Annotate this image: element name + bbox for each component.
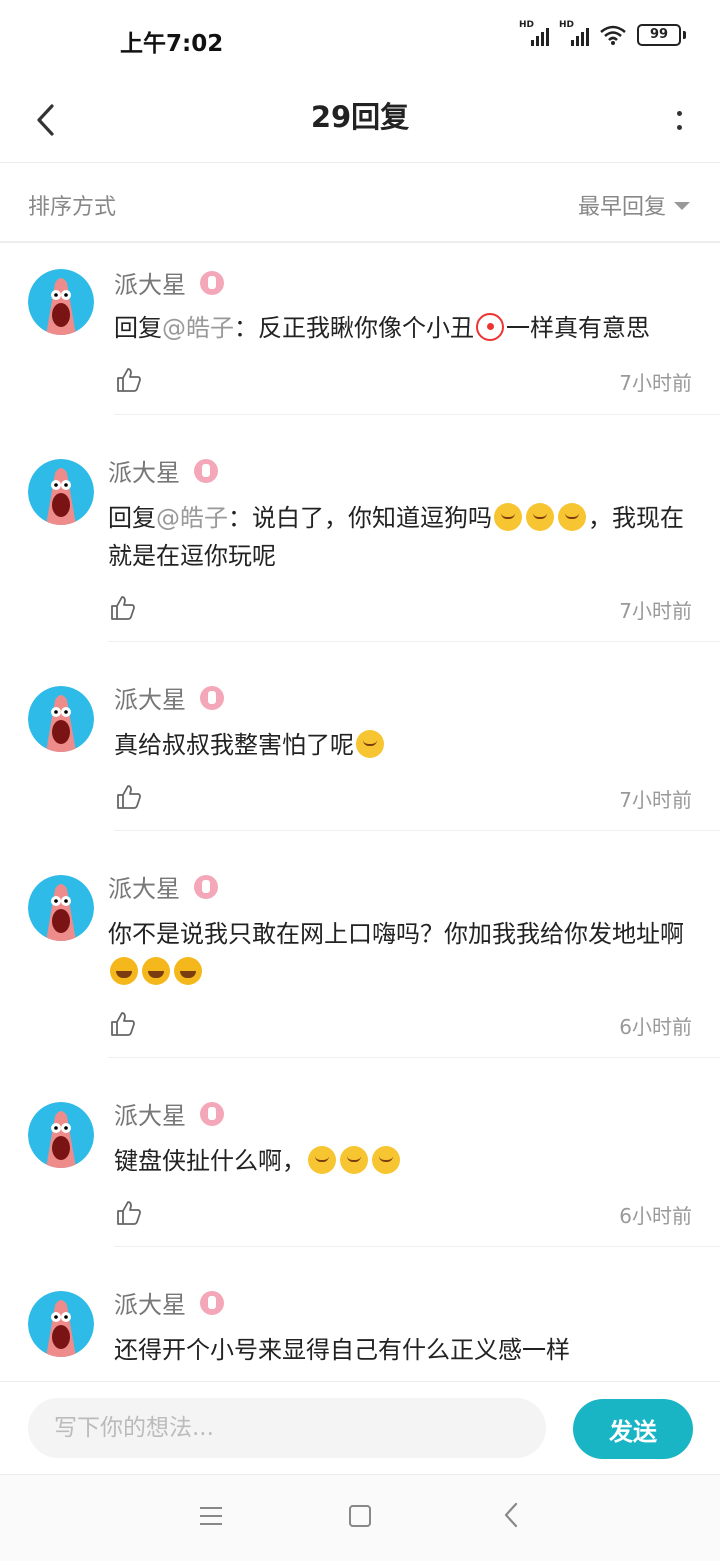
page-title: 29回复 (310, 100, 410, 134)
sort-bar: 排序方式 最早回复 (0, 163, 720, 243)
thumbs-up-icon[interactable] (110, 595, 136, 621)
comment-composer: 发送 (0, 1381, 720, 1474)
comment-input[interactable] (28, 1398, 546, 1458)
author-name[interactable]: 派大星 (114, 265, 224, 300)
cellular-signal-icon: HD (519, 20, 549, 46)
reply-time: 7小时前 (619, 371, 692, 395)
rolling-laughing-emoji-icon (142, 957, 170, 985)
reply-time: 7小时前 (619, 788, 692, 812)
sort-order-dropdown[interactable]: 最早回复 (578, 189, 690, 221)
mention-link[interactable]: @皓子 (156, 504, 228, 532)
caret-down-icon (674, 202, 690, 210)
hugging-face-emoji-icon (372, 1146, 400, 1174)
mention-link[interactable]: @皓子 (162, 314, 234, 342)
avatar[interactable] (28, 1291, 94, 1357)
avatar[interactable] (28, 875, 94, 941)
cellular-signal-icon: HD (559, 20, 589, 46)
clown-emoji-icon (476, 313, 504, 341)
user-badge-icon (200, 685, 224, 710)
reply-list[interactable]: 派大星 回复@皓子：反正我瞅你像个小丑 一样真有意思 7小时前 派大星 回复@皓子… (0, 243, 720, 1381)
more-options-button[interactable] (668, 90, 690, 150)
recent-apps-button[interactable] (200, 1507, 222, 1525)
hugging-face-emoji-icon (494, 503, 522, 531)
sort-selected-value: 最早回复 (577, 195, 666, 220)
reply-content: 回复@皓子：反正我瞅你像个小丑 一样真有意思 (114, 313, 650, 342)
avatar[interactable] (28, 686, 94, 752)
reply-item: 派大星 还得开个小号来显得自己有什么正义感一样 (0, 1247, 720, 1381)
user-badge-icon (200, 270, 224, 295)
status-bar: 上午7:02 HD HD 99 (0, 0, 720, 80)
reply-item: 派大星 回复@皓子：说白了，你知道逗狗吗 ，我现在就是在逗你玩呢 7小时前 (0, 415, 720, 642)
thumbs-up-icon[interactable] (116, 367, 142, 393)
user-badge-icon (194, 874, 218, 899)
rolling-laughing-emoji-icon (110, 957, 138, 985)
reply-item: 派大星 键盘侠扯什么啊， 6小时前 (0, 1058, 720, 1247)
avatar[interactable] (28, 459, 94, 525)
user-badge-icon (200, 1101, 224, 1126)
hugging-face-emoji-icon (526, 503, 554, 531)
hugging-face-emoji-icon (558, 503, 586, 531)
send-button[interactable]: 发送 (573, 1399, 693, 1459)
reply-content: 键盘侠扯什么啊， (114, 1142, 694, 1180)
wifi-icon (600, 25, 626, 45)
reply-content: 回复@皓子：说白了，你知道逗狗吗 ，我现在就是在逗你玩呢 (108, 503, 684, 570)
battery-level: 99 (637, 24, 681, 46)
reply-content: 你不是说我只敢在网上口嗨吗？你加我我给你发地址啊 (108, 915, 688, 991)
user-badge-icon (200, 1290, 224, 1315)
home-button[interactable] (349, 1505, 371, 1527)
hugging-face-emoji-icon (308, 1146, 336, 1174)
author-name[interactable]: 派大星 (108, 453, 218, 488)
hugging-face-emoji-icon (356, 730, 384, 758)
reply-content: 还得开个小号来显得自己有什么正义感一样 (114, 1336, 570, 1364)
rolling-laughing-emoji-icon (174, 957, 202, 985)
reply-item: 派大星 你不是说我只敢在网上口嗨吗？你加我我给你发地址啊 6小时前 (0, 831, 720, 1058)
more-vertical-icon (676, 110, 682, 116)
reply-time: 7小时前 (619, 599, 692, 623)
system-back-button[interactable] (503, 1502, 519, 1528)
top-app-bar: 29回复 (0, 80, 720, 163)
system-navigation-bar (0, 1474, 720, 1561)
reply-item: 派大星 真给叔叔我整害怕了呢 7小时前 (0, 642, 720, 831)
user-badge-icon (194, 458, 218, 483)
hugging-face-emoji-icon (340, 1146, 368, 1174)
thumbs-up-icon[interactable] (116, 784, 142, 810)
battery-icon: 99 (637, 24, 686, 46)
thumbs-up-icon[interactable] (116, 1200, 142, 1226)
sort-label: 排序方式 (28, 195, 117, 220)
status-icons: HD HD 99 (519, 20, 686, 46)
thumbs-up-icon[interactable] (110, 1011, 136, 1037)
reply-content: 真给叔叔我整害怕了呢 (114, 726, 694, 764)
reply-item: 派大星 回复@皓子：反正我瞅你像个小丑 一样真有意思 7小时前 (0, 243, 720, 415)
author-name[interactable]: 派大星 (108, 869, 218, 904)
author-name[interactable]: 派大星 (114, 1096, 224, 1131)
author-name[interactable]: 派大星 (114, 680, 224, 715)
reply-time: 6小时前 (619, 1015, 692, 1039)
avatar[interactable] (28, 1102, 94, 1168)
status-time: 上午7:02 (120, 31, 224, 57)
reply-time: 6小时前 (619, 1204, 692, 1228)
avatar[interactable] (28, 269, 94, 335)
author-name[interactable]: 派大星 (114, 1285, 224, 1320)
